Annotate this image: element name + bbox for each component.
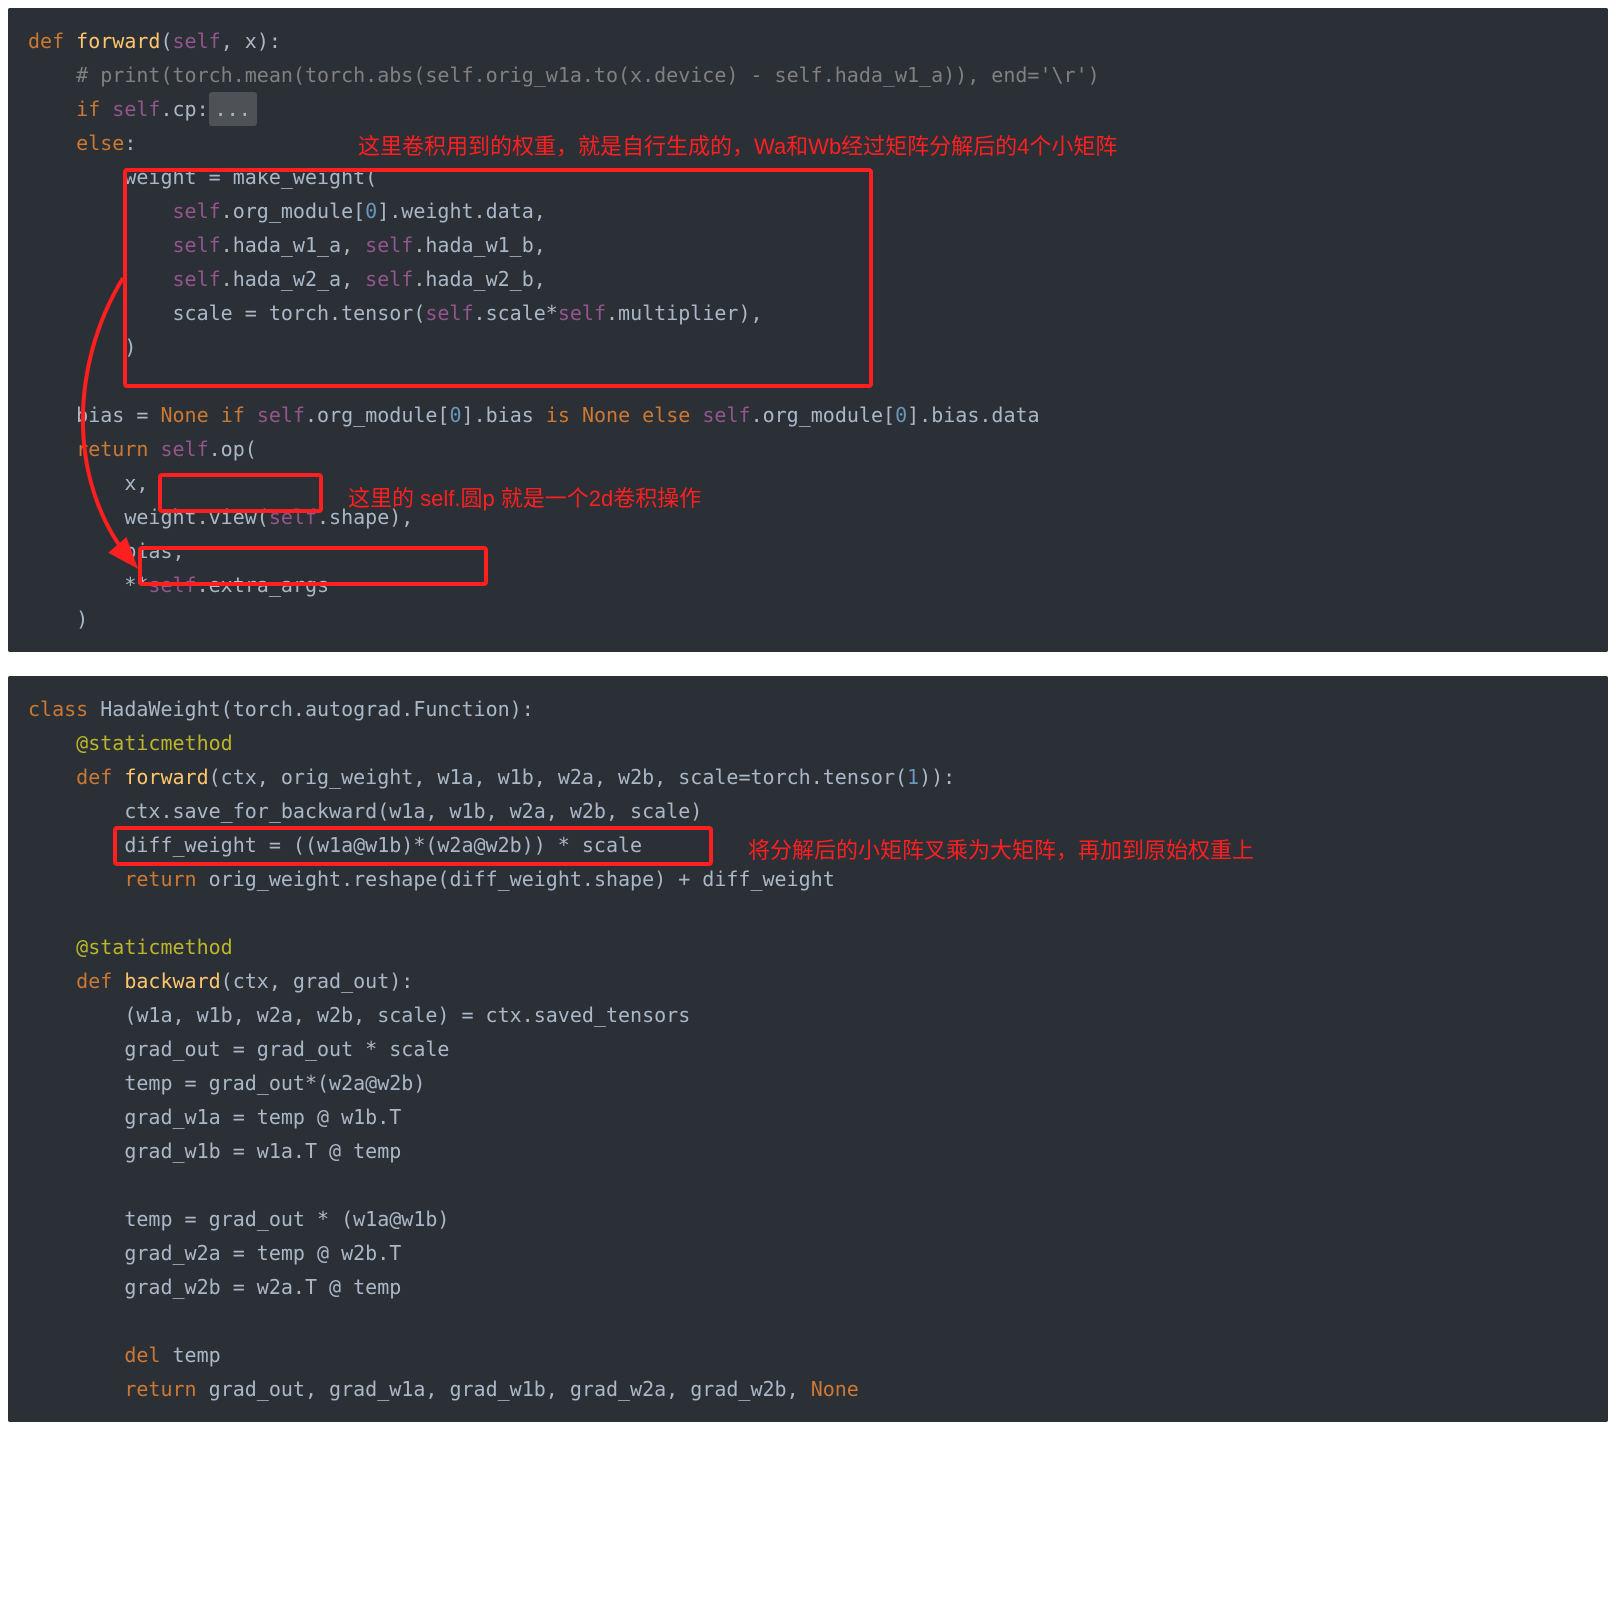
code-line <box>8 364 1608 398</box>
code-line: **self.extra_args <box>8 568 1608 602</box>
code-block-forward: 这里卷积用到的权重，就是自行生成的，Wa和Wb经过矩阵分解后的4个小矩阵 这里的… <box>8 8 1608 652</box>
code-line: grad_w1b = w1a.T @ temp <box>8 1134 1608 1168</box>
code-block-hadaweight: 将分解后的小矩阵叉乘为大矩阵，再加到原始权重上 class HadaWeight… <box>8 676 1608 1422</box>
code-line: temp = grad_out * (w1a@w1b) <box>8 1202 1608 1236</box>
code-line: scale = torch.tensor(self.scale*self.mul… <box>8 296 1608 330</box>
code-line: @staticmethod <box>8 930 1608 964</box>
annotation-text-weights: 这里卷积用到的权重，就是自行生成的，Wa和Wb经过矩阵分解后的4个小矩阵 <box>358 128 1117 165</box>
code-line: grad_w1a = temp @ w1b.T <box>8 1100 1608 1134</box>
code-line: ) <box>8 602 1608 636</box>
code-line: ) <box>8 330 1608 364</box>
code-line: return self.op( <box>8 432 1608 466</box>
code-line: temp = grad_out*(w2a@w2b) <box>8 1066 1608 1100</box>
code-line: weight.view(self.shape), <box>8 500 1608 534</box>
code-line: return grad_out, grad_w1a, grad_w1b, gra… <box>8 1372 1608 1406</box>
code-line: def forward(ctx, orig_weight, w1a, w1b, … <box>8 760 1608 794</box>
code-line: # print(torch.mean(torch.abs(self.orig_w… <box>8 58 1608 92</box>
code-line: self.hada_w2_a, self.hada_w2_b, <box>8 262 1608 296</box>
code-line: @staticmethod <box>8 726 1608 760</box>
code-line: def backward(ctx, grad_out): <box>8 964 1608 998</box>
code-line: del temp <box>8 1338 1608 1372</box>
code-line: ctx.save_for_backward(w1a, w1b, w2a, w2b… <box>8 794 1608 828</box>
code-line: bias = None if self.org_module[0].bias i… <box>8 398 1608 432</box>
code-line: bias, <box>8 534 1608 568</box>
annotation-text-selfop: 这里的 self.圆p 就是一个2d卷积操作 <box>348 480 701 517</box>
code-line <box>8 1168 1608 1202</box>
collapse-dots[interactable]: ... <box>209 92 257 126</box>
code-line: def forward(self, x): <box>8 24 1608 58</box>
code-line: self.hada_w1_a, self.hada_w1_b, <box>8 228 1608 262</box>
code-line: self.org_module[0].weight.data, <box>8 194 1608 228</box>
code-line: grad_out = grad_out * scale <box>8 1032 1608 1066</box>
code-line: (w1a, w1b, w2a, w2b, scale) = ctx.saved_… <box>8 998 1608 1032</box>
code-line: x, <box>8 466 1608 500</box>
code-line: grad_w2a = temp @ w2b.T <box>8 1236 1608 1270</box>
annotation-text-diffweight: 将分解后的小矩阵叉乘为大矩阵，再加到原始权重上 <box>748 832 1254 869</box>
code-line: if self.cp:... <box>8 92 1608 126</box>
code-line: grad_w2b = w2a.T @ temp <box>8 1270 1608 1304</box>
code-line: class HadaWeight(torch.autograd.Function… <box>8 692 1608 726</box>
code-line <box>8 1304 1608 1338</box>
code-line <box>8 896 1608 930</box>
